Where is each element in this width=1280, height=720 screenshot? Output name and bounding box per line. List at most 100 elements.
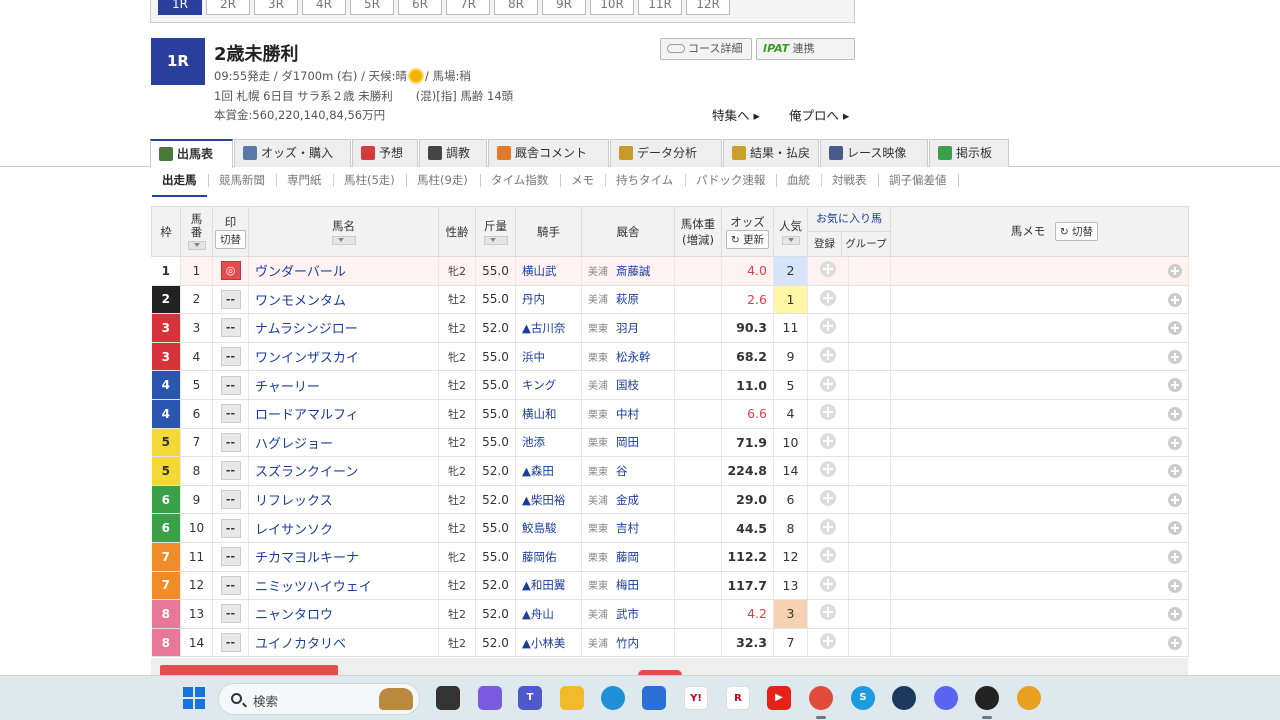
- horse-name-link[interactable]: ヴンダーバール: [248, 256, 439, 286]
- sub-tab-9[interactable]: パドック速報: [696, 172, 765, 188]
- add-memo-icon[interactable]: [1168, 464, 1182, 479]
- odds-refresh-button[interactable]: ↻ 更新: [725, 230, 770, 249]
- mark-selector[interactable]: --: [220, 604, 241, 624]
- add-favorite-icon[interactable]: [820, 604, 836, 621]
- horse-name-link[interactable]: リフレックス: [248, 485, 439, 515]
- race-tab-7[interactable]: 7R: [446, 0, 490, 15]
- race-tab-9[interactable]: 9R: [542, 0, 586, 15]
- mark-selector[interactable]: --: [220, 404, 241, 424]
- trainer-link[interactable]: 梅田: [616, 578, 639, 592]
- trainer-link[interactable]: 羽月: [616, 321, 639, 335]
- add-memo-icon[interactable]: [1168, 549, 1182, 564]
- jockey-link[interactable]: ▲舟山: [515, 599, 582, 629]
- jockey-link[interactable]: ▲古川奈: [515, 313, 582, 343]
- horse-name-link[interactable]: ハグレジョー: [248, 428, 439, 458]
- add-favorite-icon[interactable]: [820, 490, 836, 507]
- trainer-link[interactable]: 萩原: [616, 292, 639, 306]
- trainer-link[interactable]: 武市: [616, 607, 639, 621]
- main-tab-3[interactable]: 予想: [352, 139, 418, 167]
- header-umaban[interactable]: 馬番: [180, 206, 213, 257]
- race-tab-11[interactable]: 11R: [638, 0, 682, 15]
- jockey-link[interactable]: ▲柴田裕: [515, 485, 582, 515]
- horse-name-link[interactable]: ニャンタロウ: [248, 599, 439, 629]
- race-tab-5[interactable]: 5R: [350, 0, 394, 15]
- add-memo-icon[interactable]: [1168, 607, 1182, 622]
- mark-selector[interactable]: --: [220, 490, 241, 510]
- trainer-link[interactable]: 金成: [616, 493, 639, 507]
- sub-tab-1[interactable]: 出走馬: [162, 172, 197, 188]
- sub-tab-8[interactable]: 持ちタイム: [616, 172, 673, 188]
- add-favorite-icon[interactable]: [820, 289, 836, 306]
- add-memo-icon[interactable]: [1168, 521, 1182, 536]
- add-favorite-icon[interactable]: [820, 633, 836, 650]
- mark-selector[interactable]: --: [220, 318, 241, 338]
- trainer-link[interactable]: 松永幹: [616, 350, 651, 364]
- mark-selector[interactable]: --: [220, 518, 241, 538]
- jockey-link[interactable]: 丹内: [515, 285, 582, 315]
- memo-toggle-button[interactable]: ↻ 切替: [1054, 222, 1098, 241]
- main-tab-8[interactable]: レース映像: [820, 139, 928, 167]
- sub-tab-2[interactable]: 競馬新聞: [219, 172, 265, 188]
- sort-horse-icon[interactable]: [331, 236, 356, 245]
- add-memo-icon[interactable]: [1168, 435, 1182, 450]
- trainer-link[interactable]: 藤岡: [616, 550, 639, 564]
- header-horse[interactable]: 馬名: [248, 206, 439, 257]
- main-tab-5[interactable]: 厩舎コメント: [488, 139, 609, 167]
- add-favorite-icon[interactable]: [820, 432, 836, 449]
- horse-name-link[interactable]: ロードアマルフィ: [248, 399, 439, 429]
- horse-name-link[interactable]: レイサンソク: [248, 513, 439, 543]
- sub-tab-5[interactable]: 馬柱(9走): [417, 172, 468, 188]
- mark-selector[interactable]: --: [220, 375, 241, 395]
- add-memo-icon[interactable]: [1168, 349, 1182, 364]
- horse-name-link[interactable]: ナムラシンジロー: [248, 313, 439, 343]
- horse-name-link[interactable]: スズランクイーン: [248, 456, 439, 486]
- trainer-link[interactable]: 斎藤誠: [616, 264, 651, 278]
- add-memo-icon[interactable]: [1168, 578, 1182, 593]
- file-explorer-icon[interactable]: [560, 686, 584, 710]
- edge-icon[interactable]: [601, 686, 625, 710]
- discord-icon[interactable]: [934, 686, 958, 710]
- jockey-link[interactable]: ▲和田翼: [515, 571, 582, 601]
- mark-selector[interactable]: ◎: [220, 261, 241, 281]
- steam-icon[interactable]: [892, 686, 916, 710]
- main-tab-6[interactable]: データ分析: [610, 139, 722, 167]
- horse-name-link[interactable]: チャーリー: [248, 370, 439, 400]
- race-tab-1[interactable]: 1R: [158, 0, 202, 15]
- race-tab-2[interactable]: 2R: [206, 0, 250, 15]
- jockey-link[interactable]: 池添: [515, 428, 582, 458]
- add-memo-icon[interactable]: [1168, 406, 1182, 421]
- obs-icon[interactable]: [975, 686, 999, 710]
- main-tab-9[interactable]: 掲示板: [929, 139, 1009, 167]
- add-favorite-icon[interactable]: [820, 575, 836, 592]
- race-tab-12[interactable]: 12R: [686, 0, 730, 15]
- jockey-link[interactable]: 鮫島駿: [515, 513, 582, 543]
- jockey-link[interactable]: ▲森田: [515, 456, 582, 486]
- main-tab-2[interactable]: オッズ・購入: [234, 139, 351, 167]
- mark-selector[interactable]: --: [220, 289, 241, 309]
- race-tab-10[interactable]: 10R: [590, 0, 634, 15]
- sub-tab-11[interactable]: 対戦表: [832, 172, 867, 188]
- add-favorite-icon[interactable]: [820, 518, 836, 535]
- add-favorite-icon[interactable]: [820, 547, 836, 564]
- app-icon[interactable]: [1017, 686, 1041, 710]
- add-favorite-icon[interactable]: [820, 318, 836, 335]
- task-view-icon[interactable]: [436, 686, 460, 710]
- orepro-link[interactable]: 俺プロへ ▸: [789, 105, 849, 124]
- horse-name-link[interactable]: ワンインザスカイ: [248, 342, 439, 372]
- jockey-link[interactable]: 横山和: [515, 399, 582, 429]
- jockey-link[interactable]: ▲小林美: [515, 628, 582, 658]
- taskbar-search[interactable]: 検索: [218, 683, 420, 715]
- add-memo-icon[interactable]: [1168, 635, 1182, 650]
- add-memo-icon[interactable]: [1168, 264, 1182, 278]
- add-favorite-icon[interactable]: [820, 261, 836, 278]
- trainer-link[interactable]: 中村: [616, 407, 639, 421]
- add-memo-icon[interactable]: [1168, 492, 1182, 507]
- race-tab-4[interactable]: 4R: [302, 0, 346, 15]
- add-favorite-icon[interactable]: [820, 347, 836, 364]
- sub-tab-12[interactable]: 調子偏差値: [889, 172, 947, 188]
- trainer-link[interactable]: 岡田: [616, 435, 639, 449]
- teams-icon[interactable]: T: [518, 686, 542, 710]
- chrome-icon[interactable]: [809, 686, 833, 710]
- add-memo-icon[interactable]: [1168, 321, 1182, 336]
- mark-selector[interactable]: --: [220, 347, 241, 367]
